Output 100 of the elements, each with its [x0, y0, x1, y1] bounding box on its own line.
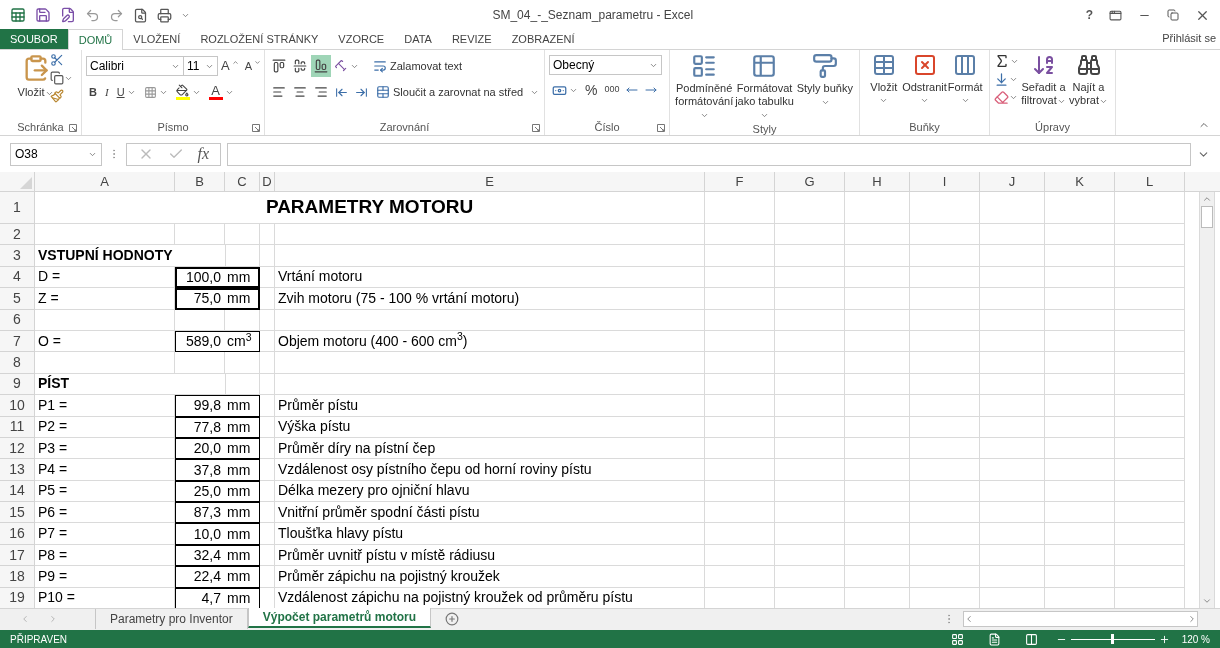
- scroll-left-icon[interactable]: [964, 614, 974, 624]
- font-color-button[interactable]: A: [205, 81, 237, 103]
- empty-cell[interactable]: [980, 373, 1045, 396]
- cells-button[interactable]: Odstranit: [903, 53, 946, 119]
- empty-cell[interactable]: [705, 544, 775, 567]
- paste-button[interactable]: Vložit: [4, 53, 68, 119]
- empty-cell[interactable]: [775, 352, 845, 374]
- empty-cell[interactable]: [1115, 192, 1185, 224]
- row-header[interactable]: 2: [0, 224, 35, 246]
- empty-cell[interactable]: [1115, 224, 1185, 246]
- empty-cell[interactable]: [260, 352, 275, 374]
- dialog-launcher-icon[interactable]: [252, 124, 260, 132]
- empty-cell[interactable]: [980, 416, 1045, 438]
- empty-cell[interactable]: [910, 544, 980, 567]
- row-header[interactable]: 5: [0, 288, 35, 310]
- empty-cell[interactable]: [980, 224, 1045, 246]
- empty-cell[interactable]: [1045, 416, 1115, 438]
- empty-cell[interactable]: [1045, 224, 1115, 246]
- empty-cell[interactable]: [260, 523, 275, 545]
- empty-cell[interactable]: [980, 245, 1045, 267]
- font-name-field[interactable]: Calibri: [86, 56, 184, 76]
- percent-button[interactable]: %: [582, 79, 601, 101]
- empty-cell[interactable]: [1045, 192, 1115, 224]
- underline-button[interactable]: U: [113, 81, 139, 103]
- menu-tab[interactable]: VLOŽENÍ: [123, 29, 191, 49]
- paintbrush-icon[interactable]: [50, 89, 64, 103]
- empty-cell[interactable]: [845, 544, 910, 567]
- empty-cell[interactable]: [1045, 480, 1115, 503]
- empty-cell[interactable]: [705, 224, 775, 246]
- scissors-icon[interactable]: [50, 53, 64, 67]
- empty-cell[interactable]: [705, 416, 775, 438]
- column-header[interactable]: L: [1115, 172, 1185, 192]
- empty-cell[interactable]: [910, 566, 980, 588]
- empty-cell[interactable]: [260, 309, 275, 331]
- next-sheet-icon[interactable]: [48, 614, 58, 624]
- row-header[interactable]: 18: [0, 566, 35, 588]
- wrap-text-button[interactable]: Zalamovat text: [373, 55, 463, 77]
- row-header[interactable]: 15: [0, 502, 35, 524]
- empty-cell[interactable]: [1115, 480, 1185, 503]
- empty-cell[interactable]: [845, 437, 910, 460]
- print-preview-icon[interactable]: [133, 7, 148, 23]
- empty-cell[interactable]: [1115, 288, 1185, 310]
- number-format-field[interactable]: Obecný: [549, 55, 662, 75]
- empty-cell[interactable]: [1115, 266, 1185, 289]
- empty-cell[interactable]: [980, 459, 1045, 481]
- column-header[interactable]: I: [910, 172, 980, 192]
- row-header[interactable]: 10: [0, 395, 35, 417]
- empty-cell[interactable]: [910, 245, 980, 267]
- empty-cell[interactable]: [260, 288, 275, 310]
- empty-cell[interactable]: [260, 566, 275, 588]
- empty-cell[interactable]: [910, 192, 980, 224]
- empty-cell[interactable]: [705, 245, 775, 267]
- insert-function-button[interactable]: fx: [197, 142, 210, 166]
- empty-cell[interactable]: [1115, 502, 1185, 524]
- empty-cell[interactable]: [845, 566, 910, 588]
- column-header[interactable]: G: [775, 172, 845, 192]
- name-box[interactable]: O38: [10, 142, 102, 166]
- dialog-launcher-icon[interactable]: [69, 124, 77, 132]
- empty-cell[interactable]: [910, 459, 980, 481]
- empty-cell[interactable]: [260, 330, 275, 353]
- save-icon[interactable]: [35, 7, 51, 23]
- empty-cell[interactable]: [260, 373, 275, 396]
- empty-cell[interactable]: [705, 192, 775, 224]
- empty-cell[interactable]: [705, 437, 775, 460]
- row-header[interactable]: 8: [0, 352, 35, 374]
- row-header[interactable]: 9: [0, 373, 35, 396]
- empty-cell[interactable]: [910, 309, 980, 331]
- empty-cell[interactable]: [980, 309, 1045, 331]
- sigma-icon[interactable]: [994, 53, 1010, 69]
- empty-cell[interactable]: [910, 330, 980, 353]
- copy-icon[interactable]: [50, 71, 64, 85]
- empty-cell[interactable]: [775, 395, 845, 417]
- empty-cell[interactable]: [1115, 544, 1185, 567]
- empty-cell[interactable]: [910, 395, 980, 417]
- empty-cell[interactable]: [1115, 330, 1185, 353]
- menu-tab[interactable]: SOUBOR: [0, 29, 68, 49]
- menu-tab[interactable]: DOMŮ: [67, 29, 124, 50]
- column-header[interactable]: D: [260, 172, 275, 192]
- empty-cell[interactable]: [910, 352, 980, 374]
- column-header[interactable]: C: [225, 172, 260, 192]
- empty-cell[interactable]: [705, 352, 775, 374]
- empty-cell[interactable]: [980, 544, 1045, 567]
- row-header[interactable]: 12: [0, 437, 35, 460]
- empty-cell[interactable]: [845, 352, 910, 374]
- column-header[interactable]: E: [275, 172, 705, 192]
- empty-cell[interactable]: [1115, 373, 1185, 396]
- empty-cell[interactable]: [1115, 437, 1185, 460]
- scroll-right-icon[interactable]: [1187, 614, 1197, 624]
- sheet-tab[interactable]: Parametry pro Inventor: [95, 609, 248, 629]
- empty-cell[interactable]: [845, 480, 910, 503]
- empty-cell[interactable]: [260, 437, 275, 460]
- page-layout-icon[interactable]: [987, 632, 1001, 646]
- page-break-icon[interactable]: [1024, 632, 1038, 646]
- empty-cell[interactable]: [1045, 437, 1115, 460]
- empty-cell[interactable]: [705, 395, 775, 417]
- empty-cell[interactable]: [980, 330, 1045, 353]
- sheet-tab[interactable]: Výpočet parametrů motoru: [247, 608, 432, 628]
- row-header[interactable]: 7: [0, 330, 35, 353]
- empty-cell[interactable]: [1045, 266, 1115, 289]
- empty-cell[interactable]: [775, 192, 845, 224]
